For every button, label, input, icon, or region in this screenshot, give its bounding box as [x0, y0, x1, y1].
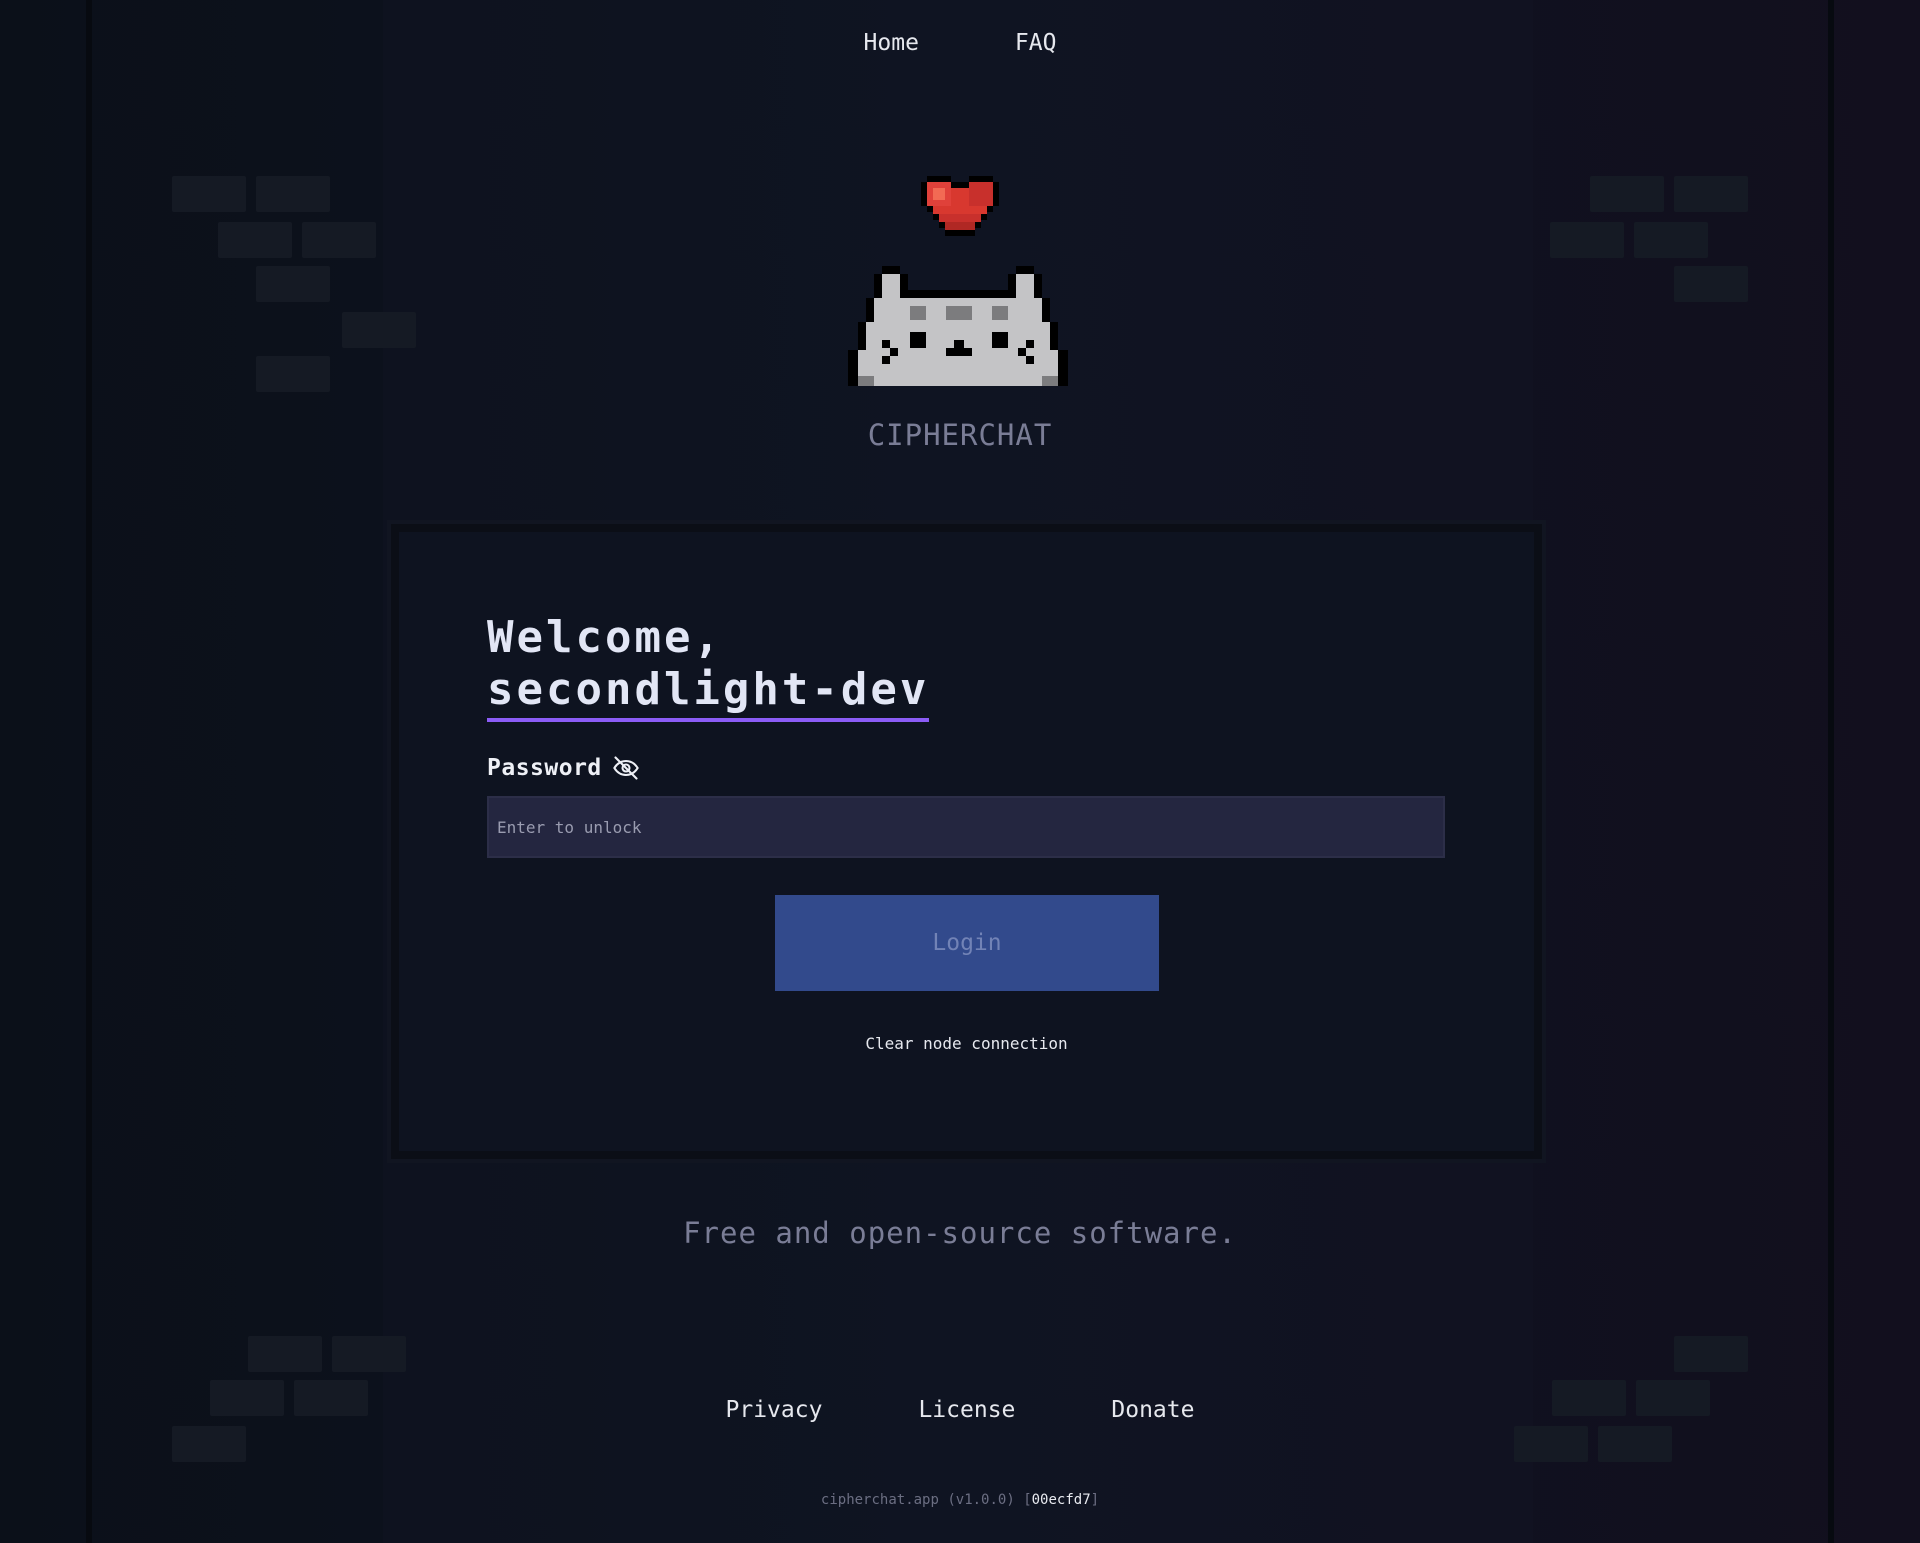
- right-frame-line: [1828, 0, 1834, 1543]
- decor-brick: [1590, 176, 1664, 212]
- decor-brick: [342, 312, 416, 348]
- version-info: cipherchat.app (v1.0.0) [00ecfd7]: [0, 1492, 1920, 1508]
- decor-brick: [256, 176, 330, 212]
- clear-node-connection-link[interactable]: Clear node connection: [399, 1034, 1534, 1053]
- heart-icon: [921, 176, 999, 236]
- password-input[interactable]: [487, 796, 1445, 858]
- login-card: Welcome, secondlight-dev Password Login …: [391, 524, 1542, 1159]
- decor-brick: [256, 356, 330, 392]
- footer-privacy-link[interactable]: Privacy: [726, 1397, 823, 1423]
- version-prefix: cipherchat.app (v1.0.0) [: [820, 1492, 1032, 1508]
- top-nav: Home FAQ: [0, 30, 1920, 56]
- footer-license-link[interactable]: License: [918, 1397, 1015, 1423]
- decor-brick: [302, 222, 376, 258]
- password-label: Password: [487, 755, 602, 781]
- welcome-username: secondlight-dev: [487, 664, 930, 722]
- footer-nav: Privacy License Donate: [0, 1397, 1920, 1423]
- decor-brick: [1598, 1426, 1672, 1462]
- nav-faq-link[interactable]: FAQ: [1015, 30, 1057, 56]
- page: Home FAQ CIPHERCHAT Welcome, secondlight…: [0, 0, 1920, 1543]
- welcome-heading: Welcome, secondlight-dev: [487, 612, 930, 722]
- welcome-prefix: Welcome,: [487, 612, 723, 663]
- nav-home-link[interactable]: Home: [864, 30, 919, 56]
- cat-logo-icon: [848, 266, 1068, 386]
- left-frame-line: [86, 0, 92, 1543]
- decor-brick: [1634, 222, 1708, 258]
- decor-brick: [1514, 1426, 1588, 1462]
- decor-brick: [172, 176, 246, 212]
- decor-brick: [1550, 222, 1624, 258]
- footer-donate-link[interactable]: Donate: [1111, 1397, 1194, 1423]
- decor-brick: [1674, 176, 1748, 212]
- eye-off-icon[interactable]: [612, 754, 640, 782]
- decor-brick: [256, 266, 330, 302]
- brand-name: CIPHERCHAT: [867, 418, 1053, 452]
- decor-brick: [218, 222, 292, 258]
- tagline: Free and open-source software.: [683, 1216, 1237, 1250]
- version-hash: 00ecfd7: [1031, 1492, 1091, 1508]
- decor-brick: [172, 1426, 246, 1462]
- decor-brick: [1674, 1336, 1748, 1372]
- decor-brick: [332, 1336, 406, 1372]
- login-button[interactable]: Login: [775, 895, 1159, 991]
- password-label-row: Password: [487, 754, 640, 782]
- decor-brick: [248, 1336, 322, 1372]
- version-suffix: ]: [1090, 1492, 1100, 1508]
- decor-brick: [1674, 266, 1748, 302]
